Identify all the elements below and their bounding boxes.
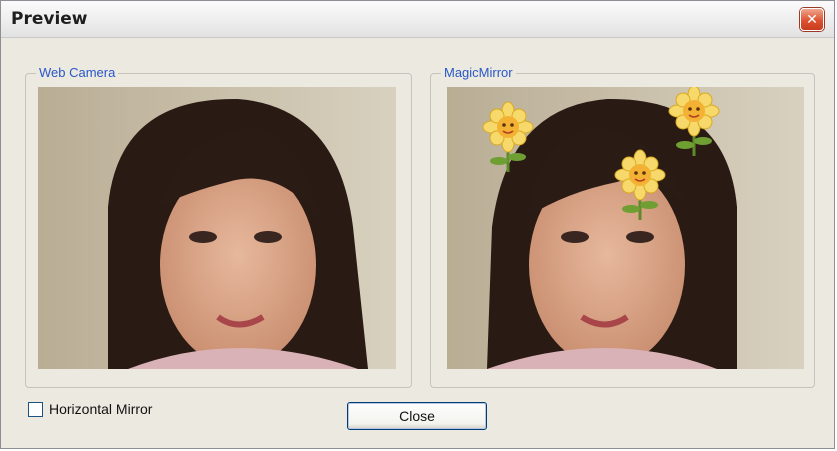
portrait-image xyxy=(38,87,396,369)
close-button[interactable]: Close xyxy=(347,402,487,430)
portrait-with-stickers xyxy=(447,87,804,369)
horizontal-mirror-checkbox[interactable] xyxy=(28,401,43,417)
horizontal-mirror-label: Horizontal Mirror xyxy=(49,401,153,417)
window-title: Preview xyxy=(11,9,88,29)
preview-dialog: Preview ✕ Web Camera MagicMirror Horizon… xyxy=(0,0,835,449)
web-camera-label: Web Camera xyxy=(36,65,119,80)
horizontal-mirror-option[interactable]: Horizontal Mirror xyxy=(28,401,152,417)
web-camera-feed xyxy=(38,87,396,369)
title-bar[interactable]: Preview ✕ xyxy=(1,1,834,38)
magic-mirror-feed xyxy=(447,87,804,369)
close-icon[interactable]: ✕ xyxy=(800,8,824,31)
magic-mirror-label: MagicMirror xyxy=(441,65,516,80)
